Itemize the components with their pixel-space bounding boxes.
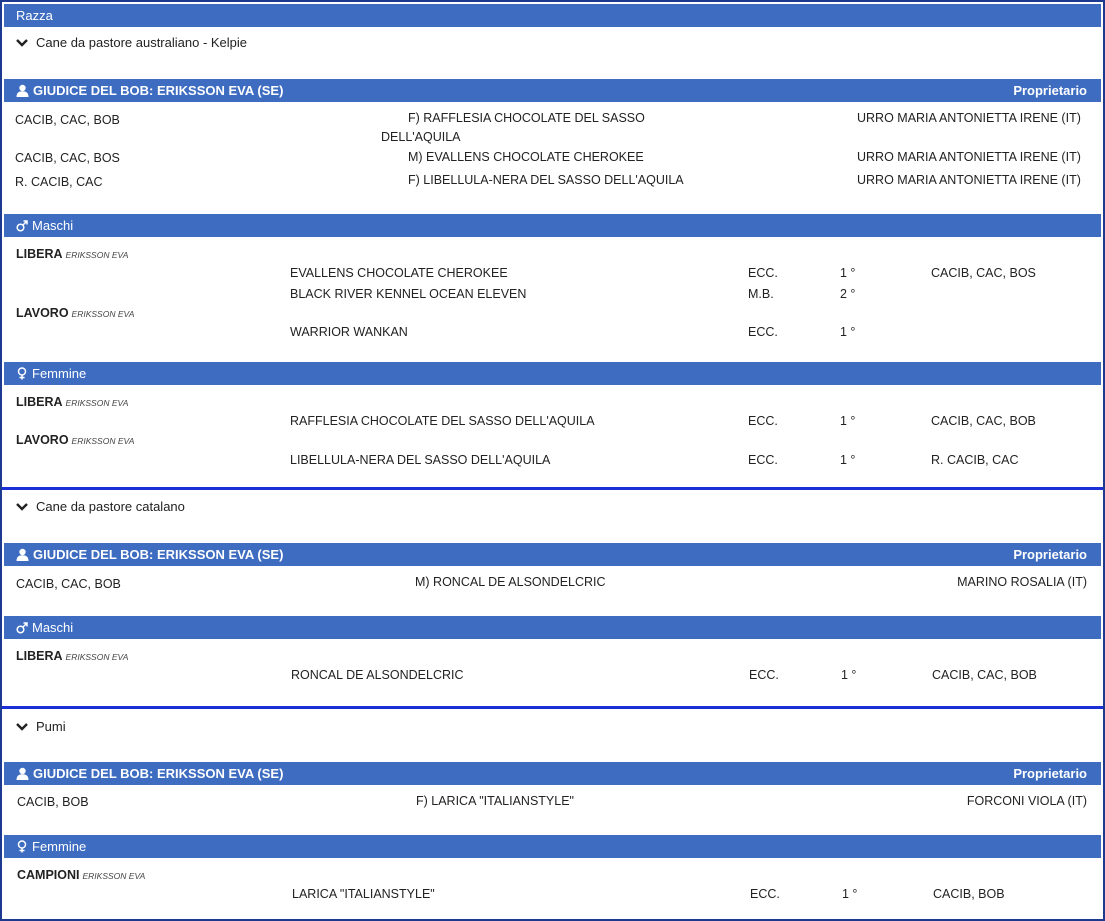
breed-name: Pumi [36, 719, 66, 734]
user-icon [16, 84, 29, 97]
class-label: LIBERA ERIKSSON EVA [16, 649, 128, 663]
class-label: LAVORO ERIKSSON EVA [16, 306, 134, 320]
breed-header-title: Razza [16, 8, 53, 23]
entry-place: 1 ° [841, 668, 857, 682]
entry-titles: CACIB, CAC, BOB [931, 414, 1036, 428]
entry-titles: R. CACIB, CAC [931, 453, 1019, 467]
judge-bar-title: GIUDICE DEL BOB: ERIKSSON EVA (SE) [33, 766, 284, 781]
judge-bar: GIUDICE DEL BOB: ERIKSSON EVA (SE) Propr… [4, 79, 1101, 102]
breed-toggle[interactable]: Cane da pastore catalano [16, 499, 185, 514]
award-title: R. CACIB, CAC [15, 175, 103, 189]
award-owner: URRO MARIA ANTONIETTA IRENE (IT) [857, 173, 1081, 187]
breed-name: Cane da pastore australiano - Kelpie [36, 35, 248, 50]
section-label: Femmine [32, 366, 87, 381]
section-bar-males: Maschi [4, 214, 1101, 237]
class-name: CAMPIONI [17, 868, 80, 882]
section-label: Femmine [32, 839, 87, 854]
user-icon [16, 548, 29, 561]
class-judge: ERIKSSON EVA [65, 652, 129, 662]
section-label: Maschi [32, 620, 74, 635]
breed-name: Cane da pastore catalano [36, 499, 185, 514]
entry-grade: ECC. [749, 668, 779, 682]
chevron-down-icon [16, 502, 28, 512]
award-title: CACIB, CAC, BOS [15, 151, 120, 165]
class-label: CAMPIONI ERIKSSON EVA [17, 868, 145, 882]
entry-titles: CACIB, CAC, BOS [931, 266, 1036, 280]
male-icon [16, 219, 28, 232]
owner-column-label: Proprietario [1013, 766, 1087, 781]
breed-toggle[interactable]: Cane da pastore australiano - Kelpie [16, 35, 247, 50]
entry-dog-name[interactable]: EVALLENS CHOCOLATE CHEROKEE [290, 266, 508, 280]
entry-grade: ECC. [748, 453, 778, 467]
award-owner: URRO MARIA ANTONIETTA IRENE (IT) [857, 150, 1081, 164]
chevron-down-icon [16, 722, 28, 732]
class-name: LIBERA [16, 649, 63, 663]
class-label: LIBERA ERIKSSON EVA [16, 247, 128, 261]
chevron-down-icon [16, 38, 28, 48]
section-label: Maschi [32, 218, 74, 233]
entry-place: 1 ° [840, 266, 856, 280]
section-bar-males: Maschi [4, 616, 1101, 639]
entry-place: 1 ° [840, 414, 856, 428]
breed-separator [0, 706, 1105, 709]
award-title: CACIB, CAC, BOB [16, 577, 121, 591]
entry-titles: CACIB, BOB [933, 887, 1005, 901]
entry-grade: ECC. [748, 266, 778, 280]
owner-column-label: Proprietario [1013, 83, 1087, 98]
entry-titles: CACIB, CAC, BOB [932, 668, 1037, 682]
award-title: CACIB, CAC, BOB [15, 113, 120, 127]
class-name: LAVORO [16, 433, 69, 447]
female-icon [16, 840, 28, 853]
class-judge: ERIKSSON EVA [65, 250, 129, 260]
entry-place: 1 ° [840, 325, 856, 339]
entry-dog-name[interactable]: LARICA "ITALIANSTYLE" [292, 887, 435, 901]
award-owner: MARINO ROSALIA (IT) [957, 575, 1087, 589]
award-title: CACIB, BOB [17, 795, 89, 809]
class-judge: ERIKSSON EVA [82, 871, 146, 881]
judge-bar-title: GIUDICE DEL BOB: ERIKSSON EVA (SE) [33, 83, 284, 98]
results-page: Razza Cane da pastore australiano - Kelp… [0, 0, 1105, 921]
award-dog-name[interactable]: M) EVALLENS CHOCOLATE CHEROKEE [408, 150, 644, 164]
breed-header-bar: Razza [4, 4, 1101, 27]
entry-grade: M.B. [748, 287, 774, 301]
male-icon [16, 621, 28, 634]
award-owner: FORCONI VIOLA (IT) [966, 794, 1087, 808]
class-judge: ERIKSSON EVA [71, 309, 135, 319]
entry-grade: ECC. [748, 414, 778, 428]
entry-grade: ECC. [748, 325, 778, 339]
breed-toggle[interactable]: Pumi [16, 719, 66, 734]
entry-dog-name[interactable]: LIBELLULA-NERA DEL SASSO DELL'AQUILA [290, 453, 550, 467]
female-icon [16, 367, 28, 380]
judge-bar: GIUDICE DEL BOB: ERIKSSON EVA (SE) Propr… [4, 543, 1101, 566]
award-dog-name[interactable]: F) LARICA "ITALIANSTYLE" [416, 794, 574, 808]
class-label: LAVORO ERIKSSON EVA [16, 433, 134, 447]
award-dog-name[interactable]: F) LIBELLULA-NERA DEL SASSO DELL'AQUILA [408, 173, 684, 187]
award-owner: URRO MARIA ANTONIETTA IRENE (IT) [857, 111, 1081, 125]
award-dog-name[interactable]: M) RONCAL DE ALSONDELCRIC [415, 575, 606, 589]
class-name: LIBERA [16, 395, 63, 409]
entry-place: 1 ° [840, 453, 856, 467]
entry-dog-name[interactable]: WARRIOR WANKAN [290, 325, 408, 339]
entry-dog-name[interactable]: BLACK RIVER KENNEL OCEAN ELEVEN [290, 287, 526, 301]
owner-column-label: Proprietario [1013, 547, 1087, 562]
award-dog-name[interactable]: F) RAFFLESIA CHOCOLATE DEL SASSO [408, 111, 645, 125]
section-bar-females: Femmine [4, 835, 1101, 858]
entry-place: 1 ° [842, 887, 858, 901]
award-dog-name-cont[interactable]: DELL'AQUILA [381, 130, 461, 144]
entry-grade: ECC. [750, 887, 780, 901]
class-name: LIBERA [16, 247, 63, 261]
entry-dog-name[interactable]: RAFFLESIA CHOCOLATE DEL SASSO DELL'AQUIL… [290, 414, 595, 428]
class-judge: ERIKSSON EVA [65, 398, 129, 408]
judge-bar: GIUDICE DEL BOB: ERIKSSON EVA (SE) Propr… [4, 762, 1101, 785]
user-icon [16, 767, 29, 780]
breed-separator [0, 487, 1105, 490]
entry-place: 2 ° [840, 287, 856, 301]
class-name: LAVORO [16, 306, 69, 320]
entry-dog-name[interactable]: RONCAL DE ALSONDELCRIC [291, 668, 464, 682]
class-label: LIBERA ERIKSSON EVA [16, 395, 128, 409]
section-bar-females: Femmine [4, 362, 1101, 385]
judge-bar-title: GIUDICE DEL BOB: ERIKSSON EVA (SE) [33, 547, 284, 562]
class-judge: ERIKSSON EVA [71, 436, 135, 446]
